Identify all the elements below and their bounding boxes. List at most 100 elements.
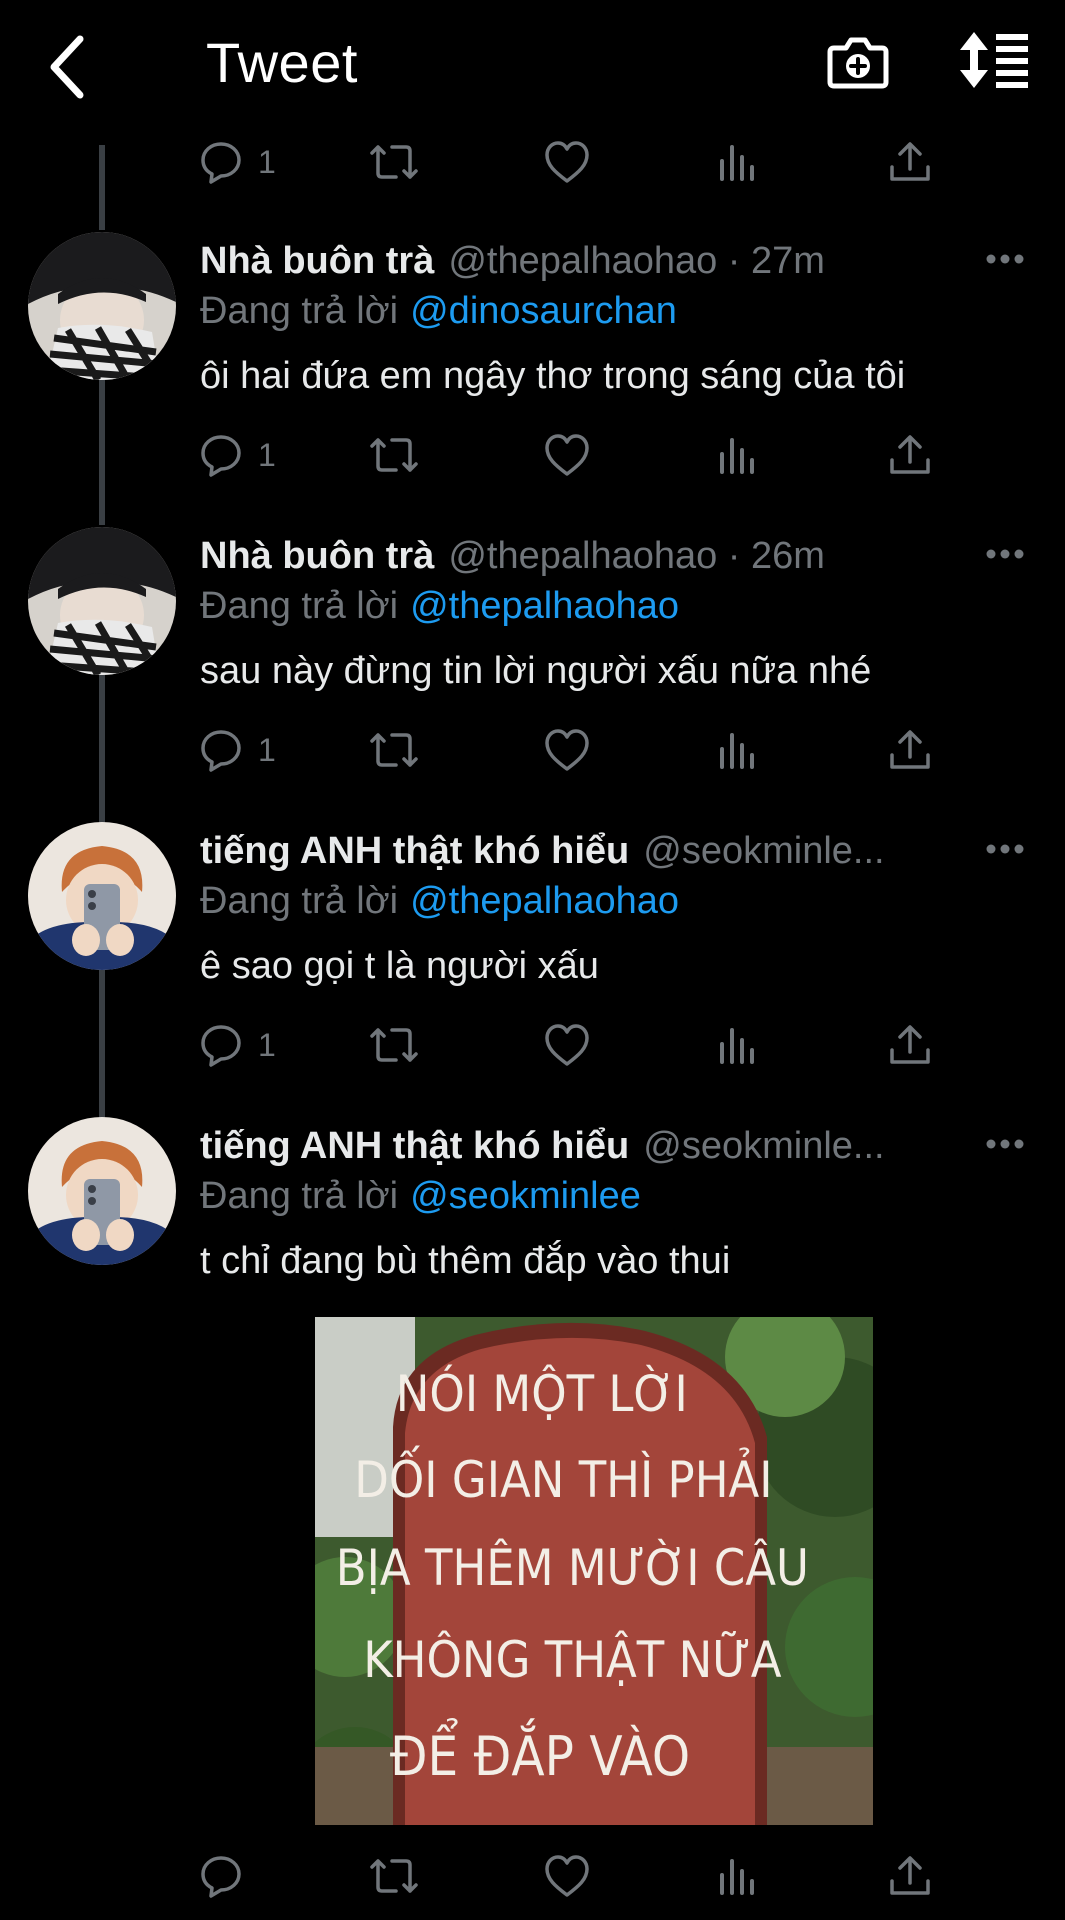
tweet-header: Nhà buôn trà @thepalhaohao · 27m [200,238,960,284]
sign-line-4: KHÔNG THẬT NỮA [363,1630,782,1690]
bar-chart-icon [720,733,754,769]
tweet-header: Nhà buôn trà @thepalhaohao · 26m [200,533,960,579]
page-title: Tweet [206,31,358,94]
views-button[interactable] [718,1015,758,1075]
views-button[interactable] [718,425,758,485]
replying-to-label: Đang trả lời [200,290,399,332]
mention-link[interactable]: @dinosaurchan [410,290,677,332]
heart-icon [545,434,589,476]
sign-line-3: BỊA THÊM MƯỜI CÂU [336,1538,809,1598]
more-dots-icon [986,844,1024,854]
share-button[interactable] [888,1846,932,1906]
tweet-header: tiếng ANH thật khó hiểu @seokminle... [200,828,960,874]
username-timestamp: @thepalhaohao · 26m [448,535,825,577]
replying-to: Đang trả lời @seokminlee [200,1173,641,1219]
more-dots-icon [986,1139,1024,1149]
reply-button[interactable]: 1 [198,425,276,485]
tweet-text: sau này đừng tin lời người xấu nữa nhé [200,650,872,692]
views-button[interactable] [718,1846,758,1906]
tweet-text: t chỉ đang bù thêm đắp vào thui [200,1240,731,1282]
more-dots-icon [986,549,1024,559]
tweet[interactable]: tiếng ANH thật khó hiểu @seokminle... Đan… [0,1117,1065,1317]
tweet[interactable]: Nhà buôn trà @thepalhaohao · 27m Đang trả… [0,232,1065,432]
retweet-button[interactable] [368,132,420,192]
retweet-button[interactable] [368,720,420,780]
mention-link[interactable]: @thepalhaohao [410,880,679,922]
retweet-button[interactable] [368,425,420,485]
share-button[interactable] [888,425,932,485]
avatar[interactable] [28,822,176,970]
reply-button[interactable]: 1 [198,132,276,192]
reply-count: 1 [258,143,276,180]
reply-icon [201,435,241,477]
thread-connector [99,145,105,230]
chevron-left-icon [50,35,84,99]
like-button[interactable] [543,1015,591,1075]
tweet-media-image[interactable]: NÓI MỘT LỜI DỐI GIAN THÌ PHẢI BỊA THÊM M… [315,1317,873,1825]
views-button[interactable] [718,720,758,780]
reply-icon [201,1856,241,1898]
more-options-button[interactable] [985,834,1025,864]
reply-button[interactable] [198,1846,258,1906]
retweet-icon [370,1028,418,1062]
display-name[interactable]: Nhà buôn trà [200,535,434,577]
share-icon [890,730,930,769]
retweet-icon [370,438,418,472]
camera-button[interactable] [826,30,896,100]
reply-count: 1 [258,731,276,768]
bar-chart-icon [720,1859,754,1895]
reply-button[interactable]: 1 [198,1015,276,1075]
retweet-button[interactable] [368,1015,420,1075]
display-name[interactable]: tiếng ANH thật khó hiểu [200,1125,629,1167]
retweet-icon [370,1859,418,1893]
tweet[interactable]: Nhà buôn trà @thepalhaohao · 26m Đang trả… [0,527,1065,727]
like-button[interactable] [543,720,591,780]
avatar[interactable] [28,232,176,380]
avatar[interactable] [28,1117,176,1265]
username-timestamp: @seokminle... [643,830,885,872]
tweet-actions: 1 [198,1015,958,1075]
like-button[interactable] [543,1846,591,1906]
replying-to-label: Đang trả lời [200,585,399,627]
tweet-actions: 1 [198,425,958,485]
views-button[interactable] [718,132,758,192]
tweet-text: ê sao gọi t là người xấu [200,945,599,987]
reply-count: 1 [258,436,276,473]
reply-count: 1 [258,1026,276,1063]
share-button[interactable] [888,132,932,192]
mention-link[interactable]: @seokminlee [410,1175,641,1217]
tweet-text: ôi hai đứa em ngây thơ trong sáng của tô… [200,355,906,397]
display-name[interactable]: tiếng ANH thật khó hiểu [200,830,629,872]
more-options-button[interactable] [985,1129,1025,1159]
reply-button[interactable]: 1 [198,720,276,780]
back-button[interactable] [36,32,96,102]
retweet-button[interactable] [368,1846,420,1906]
bar-chart-icon [720,1028,754,1064]
more-options-button[interactable] [985,244,1025,274]
reply-icon [201,1025,241,1067]
share-button[interactable] [888,720,932,780]
share-icon [890,1025,930,1064]
more-dots-icon [986,254,1024,264]
like-button[interactable] [543,425,591,485]
camera-plus-icon [827,37,889,89]
tweet-header: tiếng ANH thật khó hiểu @seokminle... [200,1123,960,1169]
like-button[interactable] [543,132,591,192]
sign-line-2: DỐI GIAN THÌ PHẢI [354,1444,772,1509]
tweet[interactable]: tiếng ANH thật khó hiểu @seokminle... Đan… [0,822,1065,1022]
heart-icon [545,1024,589,1066]
timeline-sort-button[interactable] [958,30,1033,100]
heart-icon [545,1855,589,1897]
heart-icon [545,729,589,771]
avatar[interactable] [28,527,176,675]
retweet-icon [370,145,418,179]
more-options-button[interactable] [985,539,1025,569]
mention-link[interactable]: @thepalhaohao [410,585,679,627]
sign-line-5: ĐỂ ĐẮP VÀO [390,1718,690,1788]
replying-to: Đang trả lời @thepalhaohao [200,583,679,629]
replying-to: Đang trả lời @thepalhaohao [200,878,679,924]
share-icon [890,142,930,181]
reply-icon [201,142,241,184]
share-button[interactable] [888,1015,932,1075]
display-name[interactable]: Nhà buôn trà [200,240,434,282]
